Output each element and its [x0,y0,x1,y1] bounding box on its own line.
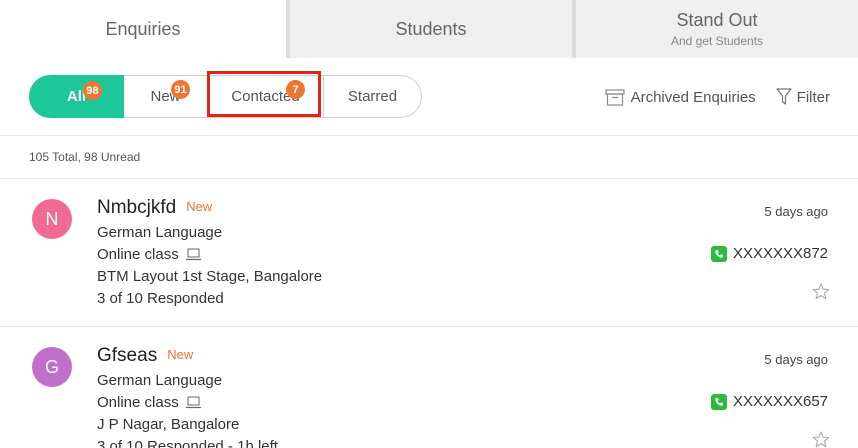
tab-enquiries[interactable]: Enquiries [0,0,286,58]
tab-stand-out-subtitle: And get Students [670,34,764,48]
filter-button[interactable]: Filter [776,88,830,106]
filter-all-count-badge: 98 [83,81,102,100]
phone-icon [710,393,727,410]
class-mode: Online class [97,394,179,411]
enquiry-time: 5 days ago [764,204,828,219]
contacted-highlight-box [207,71,321,117]
archived-enquiries-label: Archived Enquiries [630,88,756,106]
filter-new[interactable]: New 91 [124,75,208,118]
phone-number: XXXXXXX872 [732,245,828,262]
tab-stand-out[interactable]: Stand Out And get Students [576,0,858,58]
archived-enquiries-button[interactable]: Archived Enquiries [604,88,756,106]
student-name[interactable]: Nmbcjkfd [97,197,176,218]
archive-icon [604,88,625,106]
class-mode-row: Online class [97,246,201,263]
course-name: German Language [97,224,223,241]
tab-students-label: Students [395,18,467,39]
tab-stand-out-label: Stand Out [676,10,758,30]
new-tag: New [167,347,194,362]
location: J P Nagar, Bangalore [97,416,240,433]
enquiry-summary: 105 Total, 98 Unread [29,150,141,164]
phone-number-row[interactable]: XXXXXXX657 [710,393,828,410]
laptop-icon [185,248,201,261]
divider [0,135,858,136]
tab-enquiries-label: Enquiries [105,18,181,39]
enquiry-name-row: Gfseas New [97,345,193,367]
filter-funnel-icon [776,88,792,105]
enquiry-card[interactable]: N Nmbcjkfd New German Language Online cla… [0,179,858,326]
filter-starred[interactable]: Starred [324,75,422,118]
filter-label: Filter [796,88,830,106]
tab-students[interactable]: Students [290,0,572,58]
filter-new-count-badge: 91 [171,80,190,99]
star-icon[interactable] [812,431,830,448]
responded-status: 3 of 10 Responded [97,290,224,307]
responded-status: 3 of 10 Responded - 1h left [97,438,278,448]
student-name[interactable]: Gfseas [97,345,157,366]
phone-number: XXXXXXX657 [732,393,828,410]
filter-starred-label: Starred [347,88,398,105]
phone-number-row[interactable]: XXXXXXX872 [710,245,828,262]
course-name: German Language [97,372,223,389]
star-icon[interactable] [812,283,830,300]
location: BTM Layout 1st Stage, Bangalore [97,268,323,285]
enquiry-name-row: Nmbcjkfd New [97,197,212,219]
laptop-icon [185,396,201,409]
enquiry-card[interactable]: G Gfseas New German Language Online class… [0,327,858,448]
list-tools: Archived Enquiries Filter [604,88,830,106]
class-mode-row: Online class [97,394,201,411]
class-mode: Online class [97,246,179,263]
enquiry-time: 5 days ago [764,352,828,367]
phone-icon [710,245,727,262]
new-tag: New [186,199,213,214]
filter-all[interactable]: All 98 [29,75,124,118]
avatar: G [32,347,72,387]
avatar: N [32,199,72,239]
top-tabs: Enquiries Students Stand Out And get Stu… [0,0,858,58]
